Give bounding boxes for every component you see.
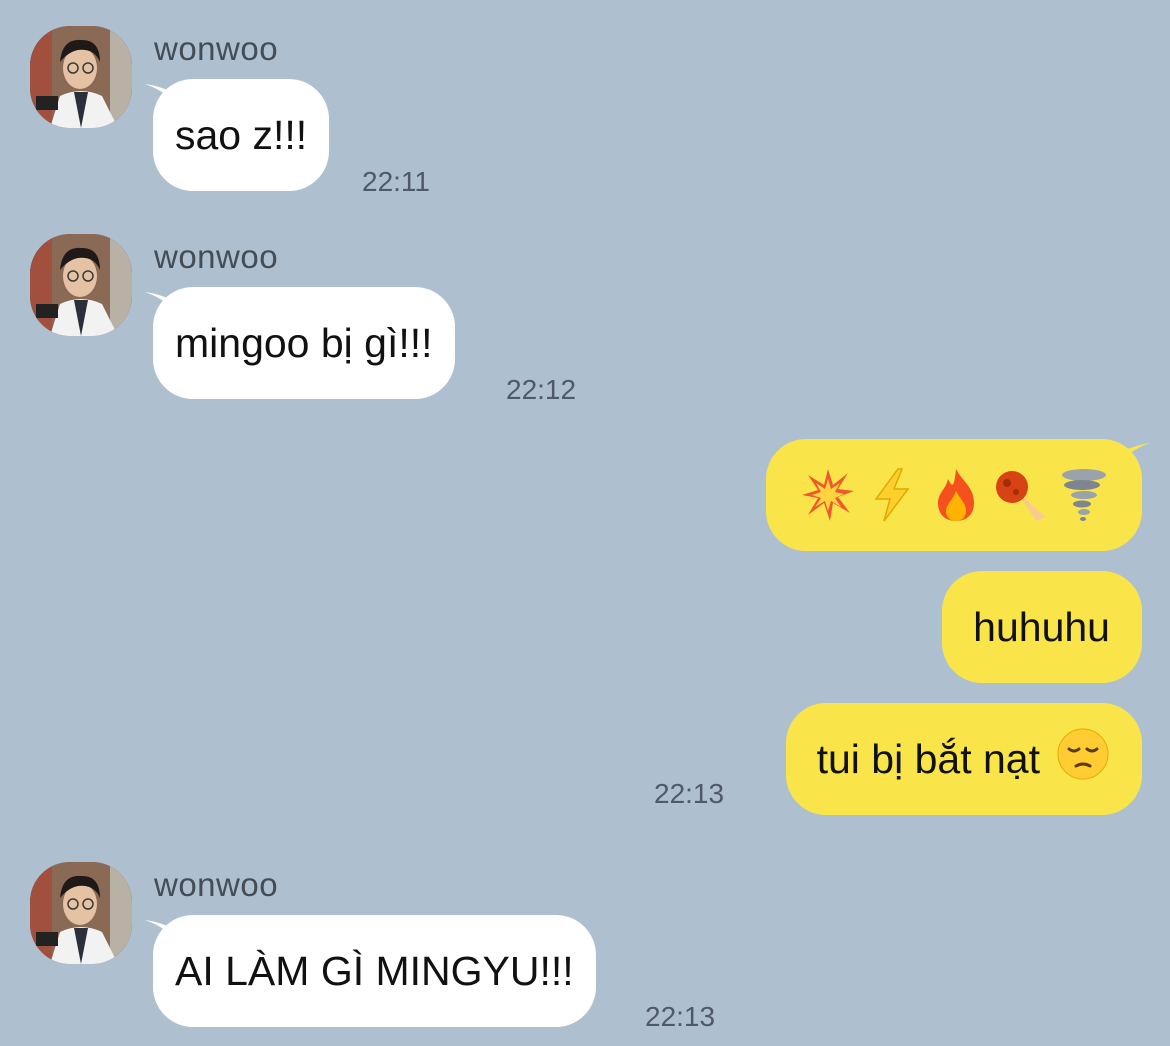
sender-avatar[interactable] bbox=[30, 234, 132, 336]
pensive-face-icon bbox=[1056, 727, 1110, 791]
incoming-message-bubble[interactable]: sao z!!! bbox=[153, 79, 330, 191]
collision-icon bbox=[802, 469, 854, 521]
message-text: AI LÀM GÌ MINGYU!!! bbox=[175, 947, 574, 994]
sender-avatar[interactable] bbox=[30, 26, 132, 128]
tornado-icon bbox=[1062, 469, 1106, 521]
fire-icon bbox=[938, 469, 974, 521]
message-text: huhuhu bbox=[973, 603, 1110, 650]
incoming-message-bubble[interactable]: AI LÀM GÌ MINGYU!!! bbox=[153, 915, 596, 1027]
sender-avatar[interactable] bbox=[30, 862, 132, 964]
message-text: tui bị bắt nạt bbox=[816, 735, 1040, 782]
comet-icon bbox=[996, 471, 1046, 521]
sender-name: wonwoo bbox=[154, 30, 279, 67]
sender-name: wonwoo bbox=[154, 238, 279, 275]
incoming-message-bubble[interactable]: mingoo bị gì!!! bbox=[153, 287, 455, 399]
message-timestamp: 22:12 bbox=[506, 374, 577, 405]
outgoing-message-bubble[interactable]: huhuhu bbox=[942, 571, 1142, 683]
message-text: mingoo bị gì!!! bbox=[175, 319, 433, 366]
outgoing-message-bubble[interactable]: tui bị bắt nạt bbox=[785, 703, 1142, 815]
outgoing-message-bubble[interactable] bbox=[766, 439, 1142, 551]
lightning-icon bbox=[874, 468, 910, 522]
message-timestamp: 22:13 bbox=[654, 778, 725, 809]
message-timestamp: 22:11 bbox=[362, 166, 430, 197]
sender-name: wonwoo bbox=[154, 866, 279, 903]
message-timestamp: 22:13 bbox=[645, 1001, 716, 1032]
message-text: sao z!!! bbox=[175, 111, 308, 158]
